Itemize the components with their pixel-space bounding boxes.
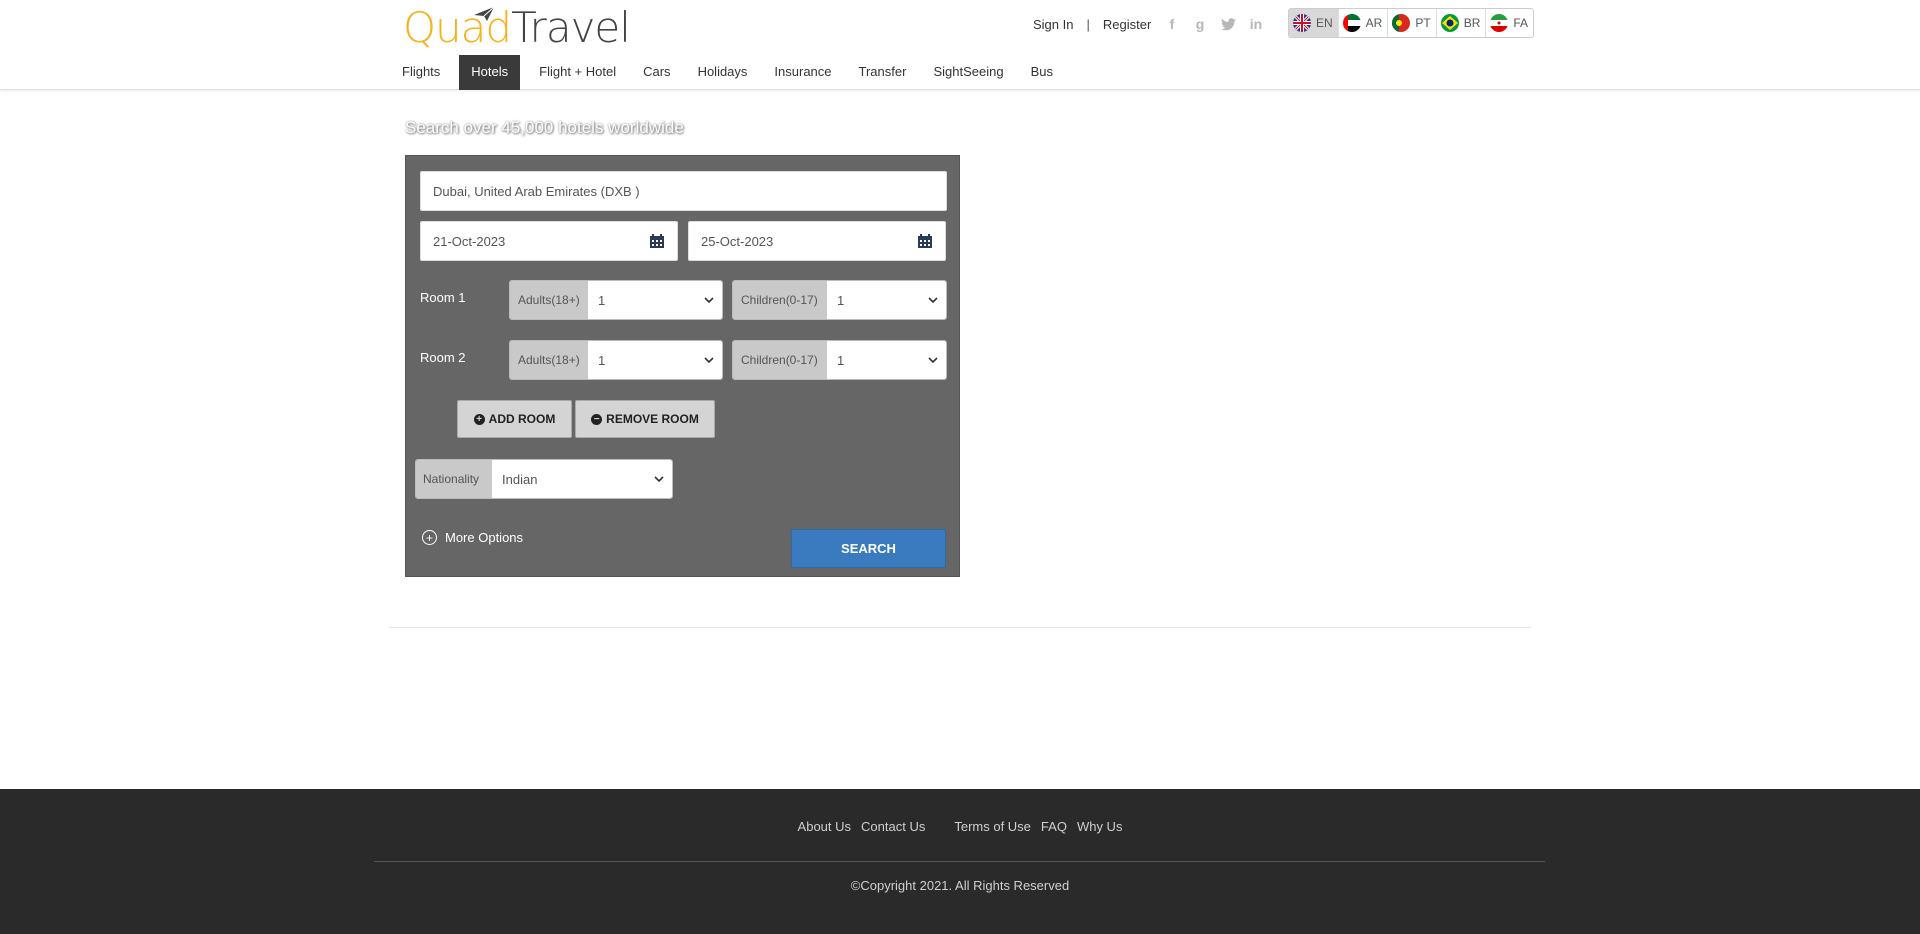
plus-circle-icon: + <box>422 530 437 545</box>
room-2-adults-select[interactable]: Adults(18+) 1 <box>509 340 723 380</box>
footer-links: About Us Contact Us Terms of Use FAQ Why… <box>0 819 1920 834</box>
facebook-icon[interactable]: f <box>1164 15 1180 33</box>
footer-terms-of-use[interactable]: Terms of Use <box>954 819 1031 834</box>
room-1-children-select[interactable]: Children(0-17) 1 <box>732 280 947 320</box>
lang-code: AR <box>1365 16 1383 30</box>
footer-faq[interactable]: FAQ <box>1041 819 1067 834</box>
lang-ar[interactable]: AR <box>1339 9 1389 37</box>
nav-sightseeing[interactable]: SightSeeing <box>925 55 1011 90</box>
account-links: Sign In | Register <box>1033 15 1151 33</box>
lang-pt[interactable]: PT <box>1388 9 1437 37</box>
plus-circle-icon: + <box>473 413 485 425</box>
quadtravel-logo[interactable]: QuadTravel <box>403 3 631 52</box>
chevron-down-icon <box>704 357 714 364</box>
room-2-children-select[interactable]: Children(0-17) 1 <box>732 340 947 380</box>
nav-flights[interactable]: Flights <box>394 55 448 90</box>
adults-prefix: Adults(18+) <box>510 281 588 319</box>
iran-flag-icon <box>1490 14 1509 32</box>
nav-transfer[interactable]: Transfer <box>851 55 915 90</box>
nationality-prefix: Nationality <box>416 460 492 498</box>
copyright-text: ©Copyright 2021. All Rights Reserved <box>850 878 1070 893</box>
nationality-value: Indian <box>502 471 538 487</box>
calendar-icon[interactable] <box>649 233 665 249</box>
chevron-down-icon <box>704 297 714 304</box>
nav-flight-hotel[interactable]: Flight + Hotel <box>531 55 624 90</box>
nationality-select[interactable]: Nationality Indian <box>415 459 673 499</box>
chevron-down-icon <box>928 357 938 364</box>
add-room-button[interactable]: + ADD ROOM <box>457 400 572 438</box>
portugal-flag-icon <box>1392 14 1411 32</box>
footer-divider <box>374 861 1545 862</box>
search-tagline: Search over 45,000 hotels worldwide <box>405 118 684 137</box>
lang-en[interactable]: EN <box>1289 9 1339 37</box>
footer-about-us[interactable]: About Us <box>798 819 851 834</box>
more-options-label: More Options <box>445 530 524 545</box>
children-value: 1 <box>837 352 845 368</box>
content-divider <box>389 627 1531 628</box>
language-switcher: EN AR PT BR FA <box>1288 8 1535 38</box>
destination-value: Dubai, United Arab Emirates (DXB ) <box>433 183 640 199</box>
minus-circle-icon: − <box>591 413 603 425</box>
lang-code: FA <box>1513 16 1529 30</box>
site-header: QuadTravel Sign In | Register f g in EN … <box>0 0 1920 90</box>
children-prefix: Children(0-17) <box>733 341 827 379</box>
destination-input[interactable]: Dubai, United Arab Emirates (DXB ) <box>420 171 947 211</box>
footer-contact-us[interactable]: Contact Us <box>861 819 925 834</box>
lang-code: PT <box>1415 16 1431 30</box>
checkout-date-input[interactable]: 25-Oct-2023 <box>688 221 946 261</box>
checkin-value: 21-Oct-2023 <box>433 233 506 249</box>
checkout-value: 25-Oct-2023 <box>701 233 774 249</box>
remove-room-button[interactable]: − REMOVE ROOM <box>575 400 715 438</box>
site-footer: About Us Contact Us Terms of Use FAQ Why… <box>0 789 1920 934</box>
remove-room-label: REMOVE ROOM <box>606 412 699 426</box>
paper-plane-icon <box>474 6 495 21</box>
sign-in-link[interactable]: Sign In <box>1033 17 1073 32</box>
nav-cars[interactable]: Cars <box>635 55 678 90</box>
lang-code: BR <box>1463 16 1481 30</box>
adults-prefix: Adults(18+) <box>510 341 588 379</box>
social-links: f g in <box>1164 15 1264 33</box>
link-separator: | <box>1086 16 1090 32</box>
chevron-down-icon <box>928 297 938 304</box>
register-link[interactable]: Register <box>1103 17 1151 32</box>
brazil-flag-icon <box>1440 14 1459 32</box>
nav-hotels[interactable]: Hotels <box>459 55 521 90</box>
uae-flag-icon <box>1342 14 1361 32</box>
hotel-search-panel: Dubai, United Arab Emirates (DXB ) 21-Oc… <box>405 155 960 577</box>
nav-bus[interactable]: Bus <box>1023 55 1061 90</box>
nav-insurance[interactable]: Insurance <box>766 55 839 90</box>
logo-part-travel: Travel <box>511 3 631 52</box>
lang-br[interactable]: BR <box>1437 9 1487 37</box>
uk-flag-icon <box>1293 14 1311 32</box>
room-1-adults-select[interactable]: Adults(18+) 1 <box>509 280 723 320</box>
lang-code: EN <box>1316 16 1333 30</box>
room-2-label: Room 2 <box>420 350 466 365</box>
linkedin-icon[interactable]: in <box>1248 15 1264 33</box>
calendar-icon[interactable] <box>917 233 933 249</box>
main-nav: Flights Hotels Flight + Hotel Cars Holid… <box>394 55 1072 90</box>
nav-holidays[interactable]: Holidays <box>690 55 756 90</box>
search-button[interactable]: SEARCH <box>791 529 946 568</box>
chevron-down-icon <box>654 476 664 483</box>
adults-value: 1 <box>598 292 606 308</box>
adults-value: 1 <box>598 352 606 368</box>
more-options-toggle[interactable]: + More Options <box>422 530 523 545</box>
children-value: 1 <box>837 292 845 308</box>
lang-fa[interactable]: FA <box>1486 9 1533 37</box>
twitter-icon[interactable] <box>1220 15 1236 33</box>
google-icon[interactable]: g <box>1192 15 1208 33</box>
checkin-date-input[interactable]: 21-Oct-2023 <box>420 221 678 261</box>
footer-why-us[interactable]: Why Us <box>1077 819 1123 834</box>
add-room-label: ADD ROOM <box>488 412 556 426</box>
room-1-label: Room 1 <box>420 290 466 305</box>
children-prefix: Children(0-17) <box>733 281 827 319</box>
